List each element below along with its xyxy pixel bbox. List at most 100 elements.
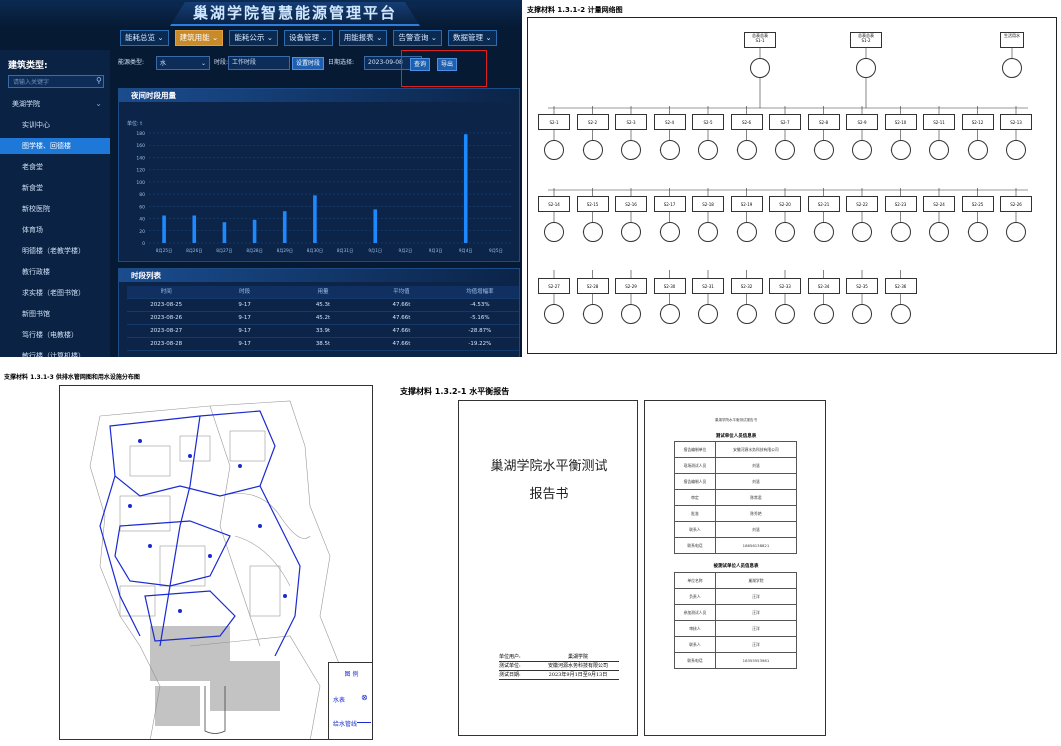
meter-label-box: S2-14	[538, 196, 570, 212]
sidebar-item-label: 敏行楼（计算机楼）	[22, 352, 85, 357]
info-value: 刘慧	[752, 463, 760, 468]
bar[interactable]	[222, 222, 227, 243]
table-row[interactable]: 2023-08-27 9-17 33.9t 47.66t -28.87%	[127, 325, 519, 338]
x-tick-label: 8月29日	[277, 248, 293, 254]
period-select[interactable]: 工作时段	[228, 56, 290, 70]
sidebar-item[interactable]: 新图书馆	[0, 306, 110, 322]
sidebar-search-input[interactable]: 请输入关键字	[8, 75, 104, 88]
sidebar-item[interactable]: 美湖学院 ⌄	[0, 96, 110, 112]
info-label: 联系人	[675, 637, 716, 652]
map-legend: 图 例 水表 ⊗ 给水管线	[328, 662, 373, 740]
y-axis-label: 单位: t	[127, 120, 142, 127]
water-meter-icon	[736, 140, 757, 160]
table-cell: -5.16%	[470, 315, 490, 321]
bar[interactable]	[463, 134, 468, 243]
meter-label-box: S2-32	[730, 278, 763, 294]
chart-panel: 夜间时段用量 单位: t 0 20 40 60 80 100 120 140 160 180 8月25…	[118, 88, 520, 262]
x-tick-label: 8月27日	[216, 248, 232, 254]
energy-type-select[interactable]: 水 ⌄	[156, 56, 210, 70]
info-value: 陈常君	[750, 495, 762, 500]
info-label: 参加测试人员	[675, 605, 716, 620]
table-cell: 45.3t	[315, 302, 331, 308]
bar[interactable]	[192, 215, 197, 244]
network-lines	[544, 48, 1028, 324]
info-table-row: 联系人 汪洋	[675, 637, 796, 653]
sidebar-item[interactable]: 图学楼、回德楼	[0, 138, 110, 154]
meter-label-box: S2-30	[653, 278, 686, 294]
water-meter-icon	[929, 140, 949, 160]
sidebar-item[interactable]: 明德楼（老教学楼）	[0, 243, 110, 259]
bar[interactable]	[373, 209, 378, 243]
water-meter-icon	[621, 140, 641, 160]
nav-tab[interactable]: 数据管理 ⌄	[448, 30, 497, 46]
sidebar-item[interactable]: 实训中心	[0, 117, 110, 133]
meter-label-box: S2-20	[769, 196, 801, 212]
nav-tab[interactable]: 能耗总览 ⌄	[120, 30, 169, 46]
water-meter-icon	[544, 304, 564, 324]
period-table: 时间 时段 用量 平均值 均值增幅率 2023-08-25 9-17 45.3t 47.66t -…	[127, 286, 519, 351]
meter-label-box: S2-7	[769, 114, 801, 130]
meter-code: S2-36	[894, 284, 907, 289]
table1-title: 测试单位人员信息表	[715, 434, 757, 439]
info-value: 汪洋	[752, 594, 760, 599]
sidebar-item[interactable]: 笃行楼（电教楼）	[0, 327, 110, 343]
meter-label-box: S2-15	[576, 196, 609, 212]
nav-tab[interactable]: 设备管理 ⌄	[284, 30, 333, 46]
water-meter-icon	[582, 222, 603, 242]
water-meter-icon	[856, 58, 876, 78]
meter-code: S2-31	[702, 284, 714, 289]
info-table-row: 批准 陈秀艳	[675, 506, 796, 522]
nav-tab[interactable]: 建筑用能 ⌄	[174, 30, 224, 46]
meter-label-box: S2-24	[923, 196, 955, 212]
meter-code: S2-22	[856, 202, 868, 207]
sidebar-item[interactable]: 体育场	[0, 222, 110, 238]
nav-tab[interactable]: 告警查询 ⌄	[393, 30, 443, 46]
x-tick-label: 9月3日	[429, 248, 443, 254]
table-cell: -4.53%	[470, 302, 490, 308]
table-cell: 9-17	[238, 315, 251, 321]
table-row[interactable]: 2023-08-25 9-17 45.3t 47.66t -4.53%	[127, 299, 519, 312]
sidebar-item-label: 教行政楼	[22, 268, 50, 276]
nav-tab[interactable]: 能耗公示 ⌄	[229, 30, 279, 46]
settings-period-button[interactable]: 设置时段	[292, 57, 325, 70]
search-icon[interactable]: ⚲	[96, 76, 102, 85]
bar[interactable]	[282, 211, 287, 243]
meter-code: S2-5	[703, 120, 713, 125]
info-value: 18656138821	[742, 543, 770, 548]
sidebar-item[interactable]: 老食堂	[0, 159, 110, 175]
bar[interactable]	[313, 195, 317, 243]
meter-code: S2-33	[779, 284, 791, 289]
water-meter-icon	[890, 304, 911, 324]
sidebar-item[interactable]: 敏行楼（计算机楼）	[0, 348, 110, 357]
table-row[interactable]: 2023-08-26 9-17 45.2t 47.66t -5.16%	[127, 312, 519, 325]
sidebar-item[interactable]: 教行政楼	[0, 264, 110, 280]
meter-code: S2-24	[933, 202, 945, 207]
info-table-row: 报告编制人员 刘慧	[675, 474, 796, 490]
sidebar-item[interactable]: 新食堂	[0, 180, 110, 196]
nav-tab[interactable]: 用能报表 ⌄	[338, 30, 388, 46]
meter-code: S2-17	[663, 202, 676, 207]
cover-title-line2: 报告书	[529, 487, 569, 502]
water-meter-icon	[813, 222, 834, 242]
meter-code: S2-25	[971, 202, 984, 207]
water-meter-icon: ⊗	[361, 693, 368, 702]
table-cell: 2023-08-25	[150, 302, 183, 308]
meter-label-box: S2-2	[576, 114, 609, 130]
sidebar-item[interactable]: 求实楼（老图书馆）	[0, 285, 110, 301]
meter-label-box: S2-11	[923, 114, 955, 130]
table2-title: 被测试单位人员信息表	[713, 564, 759, 569]
meter-code: S2-2	[587, 120, 598, 125]
table-cell: 9-17	[238, 328, 251, 334]
legend-meter-label: 水表	[333, 697, 346, 704]
energy-type-value: 水	[160, 60, 167, 67]
x-tick-label: 8月30日	[307, 248, 323, 254]
bar[interactable]	[162, 215, 166, 244]
bar[interactable]	[252, 219, 257, 243]
meter-code: S2-1	[549, 120, 559, 125]
info-table-row: 单位名称 巢湖学院	[675, 573, 796, 589]
report-cover-page: 巢湖学院水平衡测试 报告书 单位用户: 巢湖学院 测试单位: 安徽河源水务科技有限公司…	[458, 400, 638, 736]
network-caption: 支撑材料 1.3.1-2 计量网络图	[527, 6, 623, 14]
info-label: 联系电话	[675, 653, 716, 668]
table-row[interactable]: 2023-08-28 9-17 38.5t 47.66t -19.22%	[127, 338, 519, 351]
sidebar-item[interactable]: 新校医院	[0, 201, 110, 217]
